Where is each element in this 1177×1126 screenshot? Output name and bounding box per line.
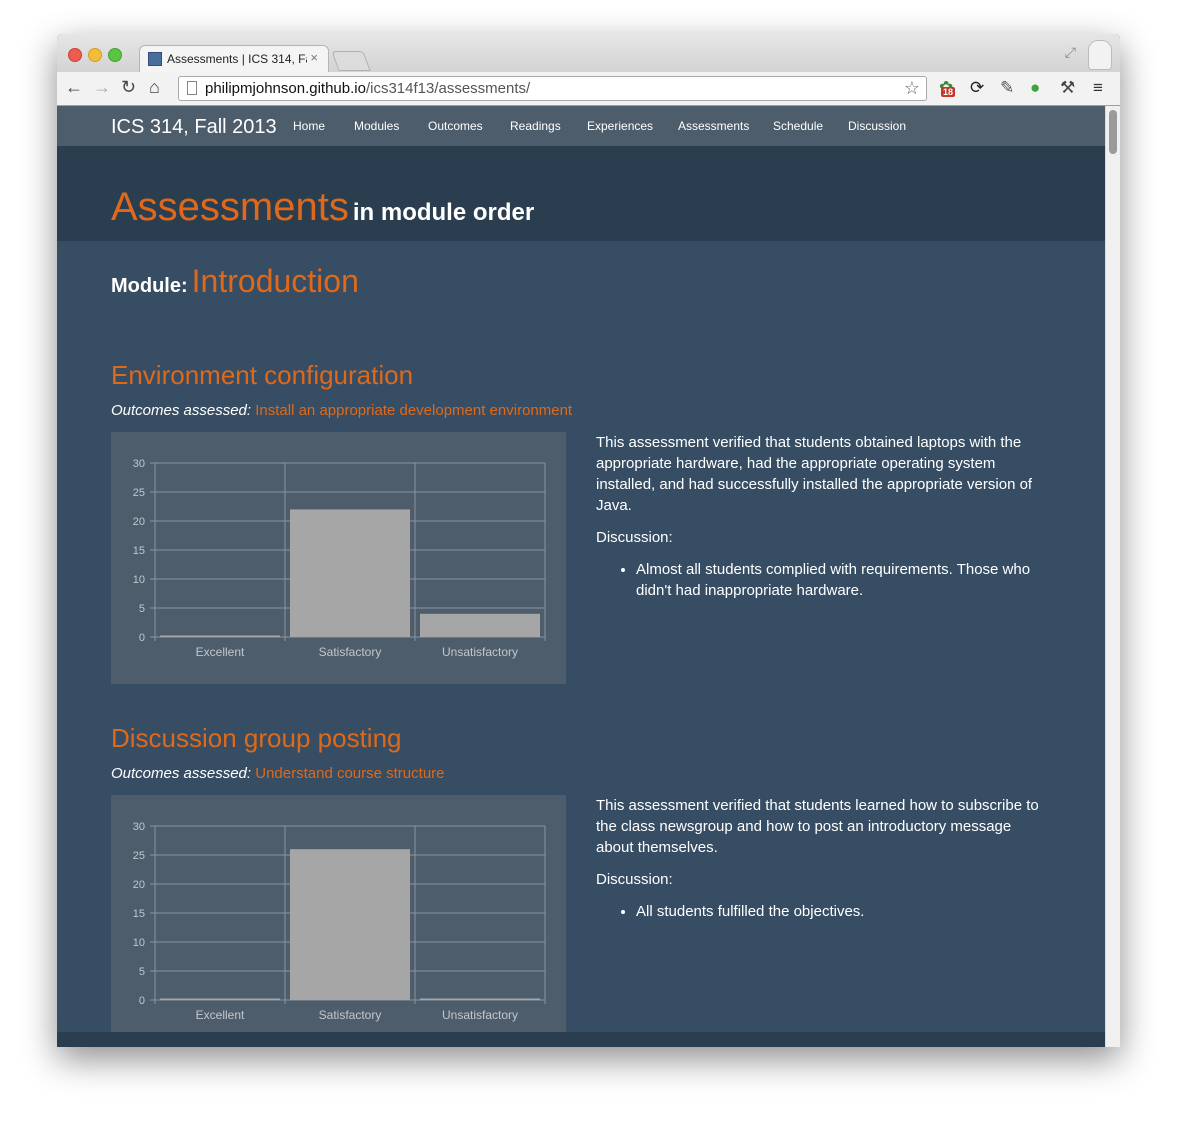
discussion-label: Discussion: (596, 529, 673, 546)
site-brand[interactable]: ICS 314, Fall 2013 (111, 116, 277, 139)
reload-icon[interactable]: ↻ (121, 77, 136, 98)
y-tick-label: 25 (133, 487, 145, 499)
y-tick-label: 30 (133, 458, 145, 470)
new-tab-button[interactable] (331, 51, 371, 71)
nav-outcomes[interactable]: Outcomes (428, 119, 483, 133)
zoom-window-button[interactable] (108, 48, 122, 62)
bar (290, 849, 410, 1000)
outcome-link[interactable]: Install an appropriate development envir… (255, 402, 572, 419)
tab-title: Assessments | ICS 314, Fall 2013 (167, 52, 307, 66)
outcome-link[interactable]: Understand course structure (255, 765, 444, 782)
x-tick-label: Excellent (196, 645, 245, 659)
site-navbar: ICS 314, Fall 2013 Home Modules Outcomes… (57, 106, 1105, 146)
description-text: This assessment verified that students l… (596, 797, 1039, 856)
y-tick-label: 30 (133, 821, 145, 833)
outcomes-label: Outcomes assessed: (111, 402, 252, 419)
outcomes-line: Outcomes assessed: Install an appropriat… (111, 402, 572, 419)
assessment-chart: 0 5 10 15 20 25 30 Excellent Satisfactory Unsatis… (111, 432, 566, 684)
fullscreen-icon[interactable]: ⤢ (1065, 44, 1076, 61)
x-tick-label: Excellent (196, 1008, 245, 1022)
module-name[interactable]: Introduction (192, 263, 359, 299)
url-text: philipmjohnson.github.io/ics314f13/asses… (205, 80, 530, 97)
discussion-item: All students fulfilled the objectives. (636, 901, 1046, 922)
bar (290, 509, 410, 637)
bar (160, 998, 280, 1000)
menu-icon[interactable]: ≡ (1093, 78, 1103, 98)
home-icon[interactable]: ⌂ (149, 77, 160, 98)
x-tick-label: Unsatisfactory (442, 1008, 518, 1022)
bar (160, 635, 280, 637)
assessment-description: This assessment verified that students l… (596, 795, 1046, 922)
nav-home[interactable]: Home (293, 119, 325, 133)
browser-window: Assessments | ICS 314, Fall 2013 × ⤢ ← →… (57, 34, 1120, 1047)
y-tick-label: 5 (139, 603, 145, 615)
footer-strip (57, 1032, 1105, 1047)
tab-strip: Assessments | ICS 314, Fall 2013 × ⤢ (57, 34, 1120, 72)
discussion-item: Almost all students complied with requir… (636, 559, 1046, 601)
address-bar[interactable]: philipmjohnson.github.io/ics314f13/asses… (178, 76, 927, 101)
extension-sync-icon[interactable]: ⟳ (970, 78, 984, 98)
bar (420, 613, 540, 637)
nav-assessments[interactable]: Assessments (678, 119, 749, 133)
module-heading: Module: Introduction (111, 263, 359, 300)
nav-schedule[interactable]: Schedule (773, 119, 823, 133)
y-tick-label: 15 (133, 908, 145, 920)
assessment-description: This assessment verified that students o… (596, 432, 1046, 601)
x-tick-label: Satisfactory (319, 1008, 382, 1022)
bookmark-star-icon[interactable]: ☆ (904, 78, 920, 99)
outcomes-line: Outcomes assessed: Understand course str… (111, 765, 445, 782)
page-title: Assessments in module order (111, 185, 534, 230)
browser-tab-active[interactable]: Assessments | ICS 314, Fall 2013 × (139, 45, 329, 72)
nav-readings[interactable]: Readings (510, 119, 561, 133)
outcomes-label: Outcomes assessed: (111, 765, 252, 782)
bar (420, 998, 540, 1000)
page-title-main: Assessments (111, 185, 349, 229)
back-arrow-icon[interactable]: ← (65, 77, 83, 98)
y-tick-label: 20 (133, 516, 145, 528)
bar-chart-svg: 0 5 10 15 20 25 30 Excellent Satisfactory Unsatis… (133, 458, 546, 659)
tab-close-icon[interactable]: × (310, 50, 318, 65)
module-label: Module: (111, 275, 188, 297)
y-tick-label: 20 (133, 879, 145, 891)
page-viewport: ICS 314, Fall 2013 Home Modules Outcomes… (57, 106, 1105, 1047)
discussion-list: Almost all students complied with requir… (596, 559, 1046, 601)
url-host: philipmjohnson.github.io (205, 80, 366, 97)
vertical-scrollbar[interactable] (1105, 106, 1120, 1047)
nav-modules[interactable]: Modules (354, 119, 399, 133)
nav-discussion[interactable]: Discussion (848, 119, 906, 133)
page-icon (187, 81, 197, 95)
page-title-sub: in module order (352, 199, 535, 226)
scrollbar-thumb[interactable] (1109, 110, 1117, 154)
eyedropper-icon[interactable]: ✎ (1000, 78, 1014, 98)
y-tick-label: 15 (133, 545, 145, 557)
discussion-label: Discussion: (596, 871, 673, 888)
assessment-title: Environment configuration (111, 360, 414, 390)
profile-avatar-icon[interactable] (1088, 40, 1112, 70)
wrench-icon[interactable]: ⚒ (1060, 78, 1075, 98)
hangouts-icon[interactable]: ● (1030, 78, 1040, 98)
y-tick-label: 25 (133, 850, 145, 862)
y-tick-label: 0 (139, 995, 145, 1007)
x-tick-label: Unsatisfactory (442, 645, 518, 659)
nav-experiences[interactable]: Experiences (587, 119, 653, 133)
y-tick-label: 10 (133, 937, 145, 949)
forward-arrow-icon[interactable]: → (93, 77, 111, 98)
browser-toolbar: ← → ↻ ⌂ philipmjohnson.github.io/ics314f… (57, 72, 1120, 106)
bar-chart-svg: 0 5 10 15 20 25 30 Excellent Satisfactory Unsatis… (133, 821, 546, 1022)
page-header: Assessments in module order (57, 146, 1105, 241)
x-tick-label: Satisfactory (319, 645, 382, 659)
assessment-chart: 0 5 10 15 20 25 30 Excellent Satisfactory Unsatis… (111, 795, 566, 1047)
y-tick-label: 10 (133, 574, 145, 586)
discussion-list: All students fulfilled the objectives. (596, 901, 1046, 922)
extension-badge: 18 (941, 87, 956, 97)
y-tick-label: 5 (139, 966, 145, 978)
y-tick-label: 0 (139, 632, 145, 644)
description-text: This assessment verified that students o… (596, 434, 1033, 514)
favicon-icon (148, 52, 162, 66)
url-path: /ics314f13/assessments/ (365, 80, 531, 97)
minimize-window-button[interactable] (88, 48, 102, 62)
assessment-title: Discussion group posting (111, 723, 402, 753)
close-window-button[interactable] (68, 48, 82, 62)
